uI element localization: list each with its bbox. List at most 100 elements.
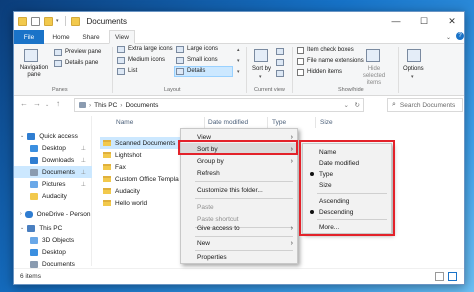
sort-by-icon[interactable]: [254, 49, 268, 62]
layout-scroll-up-icon[interactable]: ▴: [237, 47, 240, 53]
menu-item-properties[interactable]: Properties: [181, 251, 297, 263]
expand-chevron-icon[interactable]: ⌄: [20, 225, 24, 231]
file-row-scanned-documents[interactable]: Scanned Documents: [100, 137, 188, 149]
sort-by-button[interactable]: Sort by: [252, 66, 271, 72]
nav-item-desktop[interactable]: Desktop ⊥: [14, 142, 92, 154]
column-header-name[interactable]: Name: [116, 116, 133, 128]
tab-file[interactable]: File: [14, 30, 44, 44]
tab-view[interactable]: View: [109, 30, 135, 44]
file-row-fax[interactable]: Fax: [100, 161, 126, 173]
nav-item-downloads[interactable]: Downloads ⊥: [14, 154, 92, 166]
nav-label: Pictures: [42, 180, 66, 188]
column-header-type[interactable]: Type: [272, 116, 286, 128]
nav-label: 3D Objects: [42, 236, 75, 244]
column-header-size[interactable]: Size: [320, 116, 333, 128]
maximize-button[interactable]: ☐: [410, 12, 438, 30]
current-view-group-label: Current view: [254, 87, 285, 93]
layout-large-icons[interactable]: Large icons: [187, 46, 218, 52]
expand-chevron-icon[interactable]: ⌄: [20, 133, 24, 139]
expand-ribbon-icon[interactable]: ⌄: [446, 34, 451, 41]
close-button[interactable]: ✕: [438, 12, 464, 30]
properties-icon[interactable]: [31, 16, 40, 26]
layout-extra-large-icons[interactable]: Extra large icons: [128, 46, 173, 52]
preview-pane-button[interactable]: Preview pane: [65, 49, 101, 55]
new-folder-icon[interactable]: [44, 16, 53, 26]
hide-selected-icon[interactable]: [366, 49, 380, 62]
layout-list[interactable]: List: [128, 68, 137, 74]
back-arrow-icon[interactable]: ←: [20, 99, 28, 108]
breadcrumb-this-pc[interactable]: This PC: [94, 102, 117, 109]
large-icons-view-icon[interactable]: [448, 272, 457, 281]
menu-item-customize-folder[interactable]: Customize this folder...: [181, 184, 297, 196]
cube-icon: [30, 236, 38, 244]
layout-details[interactable]: Details: [187, 68, 205, 74]
layout-small-icons[interactable]: Small icons: [187, 57, 218, 63]
search-input[interactable]: Search Documents: [400, 102, 455, 109]
size-columns-icon[interactable]: [276, 70, 284, 77]
navigation-pane-icon[interactable]: [24, 49, 38, 62]
file-row-custom-office-templates[interactable]: Custom Office Templa: [100, 173, 179, 185]
highlight-box-sort-by: [178, 140, 298, 155]
refresh-icon[interactable]: ↻: [355, 101, 360, 109]
tab-home[interactable]: Home: [48, 30, 74, 44]
details-view-icon[interactable]: [435, 272, 444, 281]
layout-group-label: Layout: [164, 87, 181, 93]
nav-item-desktop-pc[interactable]: Desktop: [14, 246, 92, 258]
layout-more-icon[interactable]: ▾: [237, 69, 240, 75]
highlight-box-sort-submenu: [299, 140, 395, 236]
minimize-button[interactable]: —: [382, 12, 410, 30]
file-row-audacity[interactable]: Audacity: [100, 185, 140, 197]
nav-item-quick-access[interactable]: ⌄ Quick access: [14, 130, 92, 142]
nav-item-3d-objects[interactable]: 3D Objects: [14, 234, 92, 246]
options-icon[interactable]: [407, 49, 421, 62]
column-header-date-modified[interactable]: Date modified: [208, 116, 248, 128]
breadcrumb-separator: ›: [89, 101, 92, 109]
forward-arrow-icon[interactable]: →: [33, 99, 41, 108]
recent-locations-icon[interactable]: ⌄: [45, 102, 49, 108]
star-icon: [27, 132, 36, 140]
nav-item-documents[interactable]: Documents ⊥: [14, 166, 92, 178]
menu-item-new[interactable]: New ›: [181, 237, 297, 249]
panes-group-label: Panes: [52, 87, 68, 93]
nav-item-onedrive[interactable]: › OneDrive - Person: [14, 208, 92, 220]
nav-item-this-pc[interactable]: ⌄ This PC: [14, 222, 92, 234]
expand-chevron-icon[interactable]: ›: [20, 211, 22, 217]
file-row-hello-world[interactable]: Hello world: [100, 197, 147, 209]
layout-medium-icons[interactable]: Medium icons: [128, 57, 165, 63]
folder-icon: [18, 16, 27, 26]
nav-label: Desktop: [42, 144, 66, 152]
menu-item-refresh[interactable]: Refresh: [181, 167, 297, 179]
menu-item-label: Customize this folder...: [197, 186, 263, 194]
address-dropdown-icon[interactable]: ⌄: [344, 101, 349, 109]
up-arrow-icon[interactable]: ↑: [56, 99, 60, 108]
file-row-lightshot[interactable]: Lightshot: [100, 149, 141, 161]
sort-by-dropdown-icon[interactable]: ▾: [259, 74, 262, 80]
tab-share[interactable]: Share: [78, 30, 104, 44]
hide-selected-items-button[interactable]: Hide selected items: [358, 66, 390, 87]
hidden-items-checkbox[interactable]: [297, 69, 304, 76]
document-icon: [30, 168, 38, 176]
item-check-boxes-checkbox[interactable]: [297, 47, 304, 54]
navigation-pane-button[interactable]: Navigation pane: [17, 65, 51, 79]
add-columns-icon[interactable]: [276, 59, 284, 66]
breadcrumb-documents[interactable]: Documents: [125, 102, 158, 109]
nav-item-pictures[interactable]: Pictures ⊥: [14, 178, 92, 190]
file-name-extensions-checkbox[interactable]: [297, 58, 304, 65]
menu-item-group-by[interactable]: Group by ›: [181, 155, 297, 167]
address-bar[interactable]: › This PC › Documents ⌄ ↻: [74, 98, 364, 112]
nav-item-audacity[interactable]: Audacity: [14, 190, 92, 202]
nav-label: Quick access: [39, 132, 78, 140]
options-button[interactable]: Options: [403, 66, 424, 72]
file-name: Custom Office Templa: [115, 175, 179, 183]
menu-item-paste[interactable]: Paste: [181, 201, 297, 213]
options-dropdown-icon[interactable]: ▾: [411, 74, 414, 80]
this-pc-icon: [79, 102, 86, 108]
search-box[interactable]: ⌕ Search Documents: [387, 98, 463, 112]
group-by-icon[interactable]: [276, 48, 284, 55]
details-pane-button[interactable]: Details pane: [65, 60, 98, 66]
help-icon[interactable]: ?: [456, 32, 464, 40]
nav-label: OneDrive - Person: [36, 210, 91, 218]
layout-scroll-down-icon[interactable]: ▾: [237, 58, 240, 64]
menu-item-give-access[interactable]: Give access to ›: [181, 222, 297, 234]
customize-toolbar-icon[interactable]: ▾: [56, 18, 59, 24]
